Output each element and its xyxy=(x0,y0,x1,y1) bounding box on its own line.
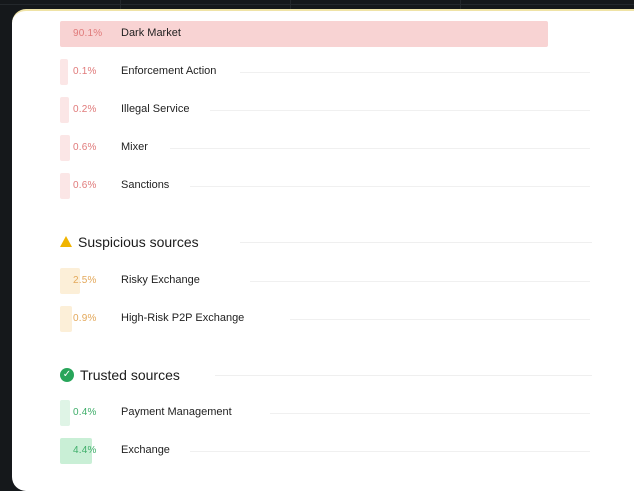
source-label: Payment Management xyxy=(121,406,232,418)
source-percentage: 0.6% xyxy=(73,142,97,153)
source-percentage: 0.4% xyxy=(73,407,97,418)
source-row-exchange[interactable]: 4.4% Exchange xyxy=(60,438,590,464)
source-row-mixer[interactable]: 0.6% Mixer xyxy=(60,135,590,161)
source-percentage: 2.5% xyxy=(73,275,97,286)
row-divider xyxy=(240,72,590,73)
risk-bar xyxy=(60,97,69,123)
source-percentage: 4.4% xyxy=(73,445,97,456)
source-label: Illegal Service xyxy=(121,103,190,115)
section-title-suspicious: Suspicious sources xyxy=(60,234,199,250)
source-row-sanctions[interactable]: 0.6% Sanctions xyxy=(60,173,590,199)
source-row-illegal-service[interactable]: 0.2% Illegal Service xyxy=(60,97,590,123)
source-row-payment-management[interactable]: 0.4% Payment Management xyxy=(60,400,590,426)
source-row-enforcement-action[interactable]: 0.1% Enforcement Action xyxy=(60,59,590,85)
source-percentage: 0.1% xyxy=(73,66,97,77)
source-percentage: 0.2% xyxy=(73,104,97,115)
row-divider xyxy=(290,319,590,320)
risk-bar xyxy=(60,59,68,85)
row-divider xyxy=(170,148,590,149)
source-row-risky-exchange[interactable]: 2.5% Risky Exchange xyxy=(60,268,590,294)
risk-bar xyxy=(60,173,70,199)
row-divider xyxy=(190,186,590,187)
risk-bar xyxy=(60,400,70,426)
source-row-dark-market[interactable]: 90.1% Dark Market xyxy=(60,21,590,47)
section-heading: Trusted sources xyxy=(80,367,180,383)
row-divider xyxy=(190,451,590,452)
check-circle-icon: ✓ xyxy=(60,368,74,382)
source-percentage: 0.9% xyxy=(73,313,97,324)
row-divider xyxy=(210,110,590,111)
source-percentage: 90.1% xyxy=(73,28,103,39)
section-heading: Suspicious sources xyxy=(78,234,199,250)
background-grid xyxy=(0,4,634,5)
warning-icon xyxy=(60,235,72,247)
row-divider xyxy=(270,413,590,414)
source-row-high-risk-p2p-exchange[interactable]: 0.9% High-Risk P2P Exchange xyxy=(60,306,590,332)
source-label: Dark Market xyxy=(121,27,181,39)
source-label: Enforcement Action xyxy=(121,65,217,77)
risk-bar xyxy=(60,135,70,161)
source-label: Risky Exchange xyxy=(121,274,200,286)
source-label: Sanctions xyxy=(121,179,170,191)
section-divider xyxy=(215,375,592,376)
row-divider xyxy=(250,281,590,282)
risk-bar xyxy=(60,306,72,332)
section-title-trusted: ✓ Trusted sources xyxy=(60,367,180,383)
source-label: High-Risk P2P Exchange xyxy=(121,312,245,324)
source-label: Mixer xyxy=(121,141,148,153)
section-divider xyxy=(240,242,592,243)
source-percentage: 0.6% xyxy=(73,180,97,191)
source-label: Exchange xyxy=(121,444,170,456)
